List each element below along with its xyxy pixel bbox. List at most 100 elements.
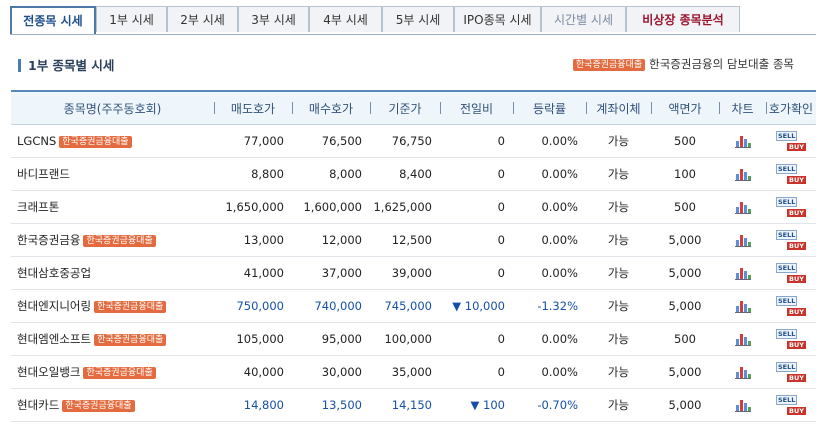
- sell-buy-icon[interactable]: SELL BUY: [776, 296, 806, 316]
- stock-name-cell[interactable]: 한국증권금융 한국증권금융대출: [11, 223, 214, 257]
- tab-6[interactable]: IPO종목 시세: [454, 6, 541, 32]
- sell-price: 13,000: [214, 223, 292, 257]
- bar-chart-icon[interactable]: [734, 134, 751, 149]
- bar-chart-icon[interactable]: [734, 299, 751, 314]
- change-cell: 0: [440, 355, 513, 389]
- bar-chart-icon[interactable]: [734, 398, 751, 413]
- sell-buy-icon[interactable]: SELL BUY: [776, 164, 806, 184]
- stock-name[interactable]: 현대삼호중공업: [17, 266, 91, 280]
- hoga-cell[interactable]: SELL BUY: [766, 256, 816, 290]
- bar-chart-icon[interactable]: [734, 266, 751, 281]
- tab-5[interactable]: 5부 시세: [382, 6, 454, 32]
- bar-chart-icon[interactable]: [734, 233, 751, 248]
- chart-cell[interactable]: [719, 223, 766, 257]
- base-price: 35,000: [370, 355, 440, 389]
- chart-cell[interactable]: [719, 322, 766, 356]
- chart-cell[interactable]: [719, 124, 766, 158]
- column-header-4: 전일비: [440, 90, 513, 125]
- stock-name[interactable]: 현대엔지니어링: [17, 299, 91, 313]
- stock-name-cell[interactable]: 현대오일뱅크 한국증권금융대출: [11, 355, 214, 389]
- column-header-6: 계좌이체: [586, 90, 651, 125]
- sell-price: 40,000: [214, 355, 292, 389]
- header-separator: [440, 102, 441, 114]
- hoga-cell[interactable]: SELL BUY: [766, 223, 816, 257]
- sell-buy-icon[interactable]: SELL BUY: [776, 395, 806, 415]
- change-value: 0: [497, 200, 505, 214]
- hoga-cell[interactable]: SELL BUY: [766, 355, 816, 389]
- buy-price: 8,000: [292, 157, 370, 191]
- stock-name[interactable]: 현대카드: [17, 398, 59, 412]
- stock-name[interactable]: 현대오일뱅크: [17, 365, 80, 379]
- stock-name[interactable]: 바디프랜드: [17, 167, 70, 181]
- bar-chart-icon[interactable]: [734, 332, 751, 347]
- hoga-cell[interactable]: SELL BUY: [766, 124, 816, 158]
- stock-name[interactable]: 한국증권금융: [17, 233, 80, 247]
- loan-badge: 한국증권금융대출: [83, 367, 156, 379]
- loan-legend: 한국증권금융대출 한국증권금융의 담보대출 종목: [572, 56, 794, 72]
- down-arrow-icon: ▼: [452, 299, 462, 313]
- tab-3[interactable]: 3부 시세: [238, 6, 309, 32]
- stock-name[interactable]: 크래프톤: [17, 200, 59, 214]
- stock-name-cell[interactable]: 현대삼호중공업: [11, 256, 214, 290]
- tab-2[interactable]: 2부 시세: [167, 6, 238, 32]
- loan-badge: 한국증권금융대출: [94, 301, 167, 313]
- sell-price: 105,000: [214, 322, 292, 356]
- hoga-cell[interactable]: SELL BUY: [766, 190, 816, 224]
- change-value: 0: [497, 167, 505, 181]
- transfer-status: 가능: [586, 157, 651, 191]
- chart-cell[interactable]: [719, 256, 766, 290]
- par-value: 5,000: [651, 388, 719, 422]
- stock-name[interactable]: 현대엠엔소프트: [17, 332, 91, 346]
- change-cell: ▼ 100: [440, 388, 513, 422]
- sell-buy-icon[interactable]: SELL BUY: [776, 230, 806, 250]
- header-separator: [766, 102, 767, 114]
- table-row: 현대카드 한국증권금융대출 14,800 13,500 14,150 ▼ 100 -0.70…: [11, 388, 816, 422]
- sell-buy-icon[interactable]: SELL BUY: [776, 131, 806, 151]
- sell-buy-icon[interactable]: SELL BUY: [776, 197, 806, 217]
- tab-7[interactable]: 시간별 시세: [541, 6, 626, 32]
- tab-0[interactable]: 전종목 시세: [10, 6, 96, 34]
- chart-cell[interactable]: [719, 289, 766, 323]
- stock-name[interactable]: LGCNS: [17, 134, 56, 148]
- sell-price: 14,800: [214, 388, 292, 422]
- header-separator: [586, 102, 587, 114]
- change-cell: 0: [440, 190, 513, 224]
- stock-name-cell[interactable]: LGCNS 한국증권금융대출: [11, 124, 214, 158]
- chart-cell[interactable]: [719, 157, 766, 191]
- change-rate: 0.00%: [513, 256, 586, 290]
- stock-name-cell[interactable]: 현대엠엔소프트 한국증권금융대출: [11, 322, 214, 356]
- sell-buy-icon[interactable]: SELL BUY: [776, 263, 806, 283]
- bar-chart-icon[interactable]: [734, 365, 751, 380]
- down-arrow-icon: ▼: [470, 398, 480, 412]
- base-price: 14,150: [370, 388, 440, 422]
- chart-cell[interactable]: [719, 355, 766, 389]
- buy-price: 1,600,000: [292, 190, 370, 224]
- stock-name-cell[interactable]: 크래프톤: [11, 190, 214, 224]
- chart-cell[interactable]: [719, 388, 766, 422]
- change-value: 10,000: [464, 299, 505, 313]
- stock-name-cell[interactable]: 바디프랜드: [11, 157, 214, 191]
- chart-cell[interactable]: [719, 190, 766, 224]
- par-value: 5,000: [651, 256, 719, 290]
- header-separator: [214, 102, 215, 114]
- tab-4[interactable]: 4부 시세: [309, 6, 382, 32]
- tab-8[interactable]: 비상장 종목분석: [626, 6, 740, 32]
- sell-buy-icon[interactable]: SELL BUY: [776, 329, 806, 349]
- change-cell: 0: [440, 124, 513, 158]
- hoga-cell[interactable]: SELL BUY: [766, 157, 816, 191]
- hoga-cell[interactable]: SELL BUY: [766, 322, 816, 356]
- stock-name-cell[interactable]: 현대카드 한국증권금융대출: [11, 388, 214, 422]
- bar-chart-icon[interactable]: [734, 200, 751, 215]
- par-value: 500: [651, 322, 719, 356]
- bar-chart-icon[interactable]: [734, 167, 751, 182]
- change-value: 100: [483, 398, 505, 412]
- stock-name-cell[interactable]: 현대엔지니어링 한국증권금융대출: [11, 289, 214, 323]
- hoga-cell[interactable]: SELL BUY: [766, 388, 816, 422]
- loan-badge: 한국증권금융대출: [62, 400, 135, 412]
- hoga-cell[interactable]: SELL BUY: [766, 289, 816, 323]
- change-rate: 0.00%: [513, 157, 586, 191]
- tab-1[interactable]: 1부 시세: [96, 6, 167, 32]
- sell-buy-icon[interactable]: SELL BUY: [776, 362, 806, 382]
- transfer-status: 가능: [586, 388, 651, 422]
- change-cell: 0: [440, 157, 513, 191]
